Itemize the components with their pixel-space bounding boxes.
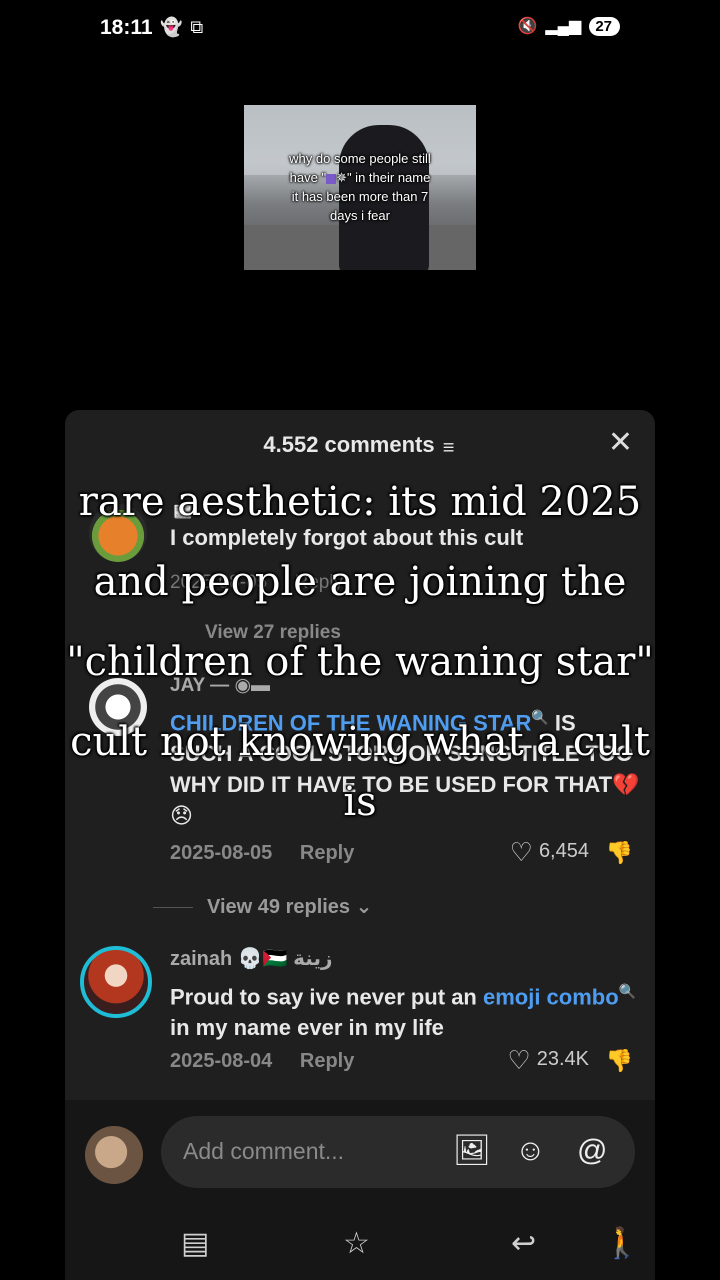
close-icon[interactable]: ✕ [608,428,633,458]
recent-apps-icon[interactable]: ▤ [181,1226,209,1261]
heart-icon: ♡ [507,1044,531,1075]
dislike-icon[interactable]: 👎 [606,1048,633,1074]
divider [153,907,193,909]
mention-icon[interactable]: @ [577,1134,607,1168]
back-icon[interactable]: ↩ [511,1226,536,1261]
like-button[interactable]: ♡ 6,454 [509,836,589,867]
sort-icon[interactable]: ≡ [441,437,457,460]
comment-username[interactable]: zainah 💀🇵🇸 زينة [170,946,332,971]
status-time: 18:11 [100,16,153,39]
comment-placeholder: Add comment... [183,1138,345,1164]
battery-indicator: 27 [589,16,620,36]
search-icon: 🔍 [618,983,637,999]
accessibility-icon[interactable]: 🚶 [603,1226,640,1261]
comment-meta: 2025-08-05 Reply [170,842,355,864]
video-thumbnail[interactable]: why do some people still have " ✵" in the… [244,105,476,270]
snapchat-icon: 👻 [160,17,183,37]
image-icon[interactable]: 🖼 [453,1134,491,1168]
reply-button[interactable]: Reply [300,1050,354,1072]
thumbnail-caption: why do some people still have " ✵" in the… [289,151,431,223]
comment-input[interactable]: Add comment... 🖼 ☺ @ [161,1116,635,1188]
chevron-down-icon: ⌄ [355,896,373,918]
status-bar: 18:11 👻 ⧉ 🔇 ▂▄▆ 27 [0,0,720,60]
comment-text: Proud to say ive never put an emoji comb… [170,983,637,1041]
search-link[interactable]: emoji combo [483,984,619,1009]
purple-square-emoji [326,173,337,184]
status-left-icons: 👻 ⧉ [160,17,203,38]
reply-button[interactable]: Reply [300,842,354,864]
view-replies-button[interactable]: View 49 replies ⌄ [153,894,553,919]
signal-icon: ▂▄▆ [545,18,582,35]
screen-record-icon: ⧉ [190,17,204,37]
like-button[interactable]: ♡ 23.4K [507,1044,589,1075]
status-right-icons: 🔇 ▂▄▆ 27 [517,16,620,36]
system-nav-bar: ▤ ☆ ↩ 🚶 [65,1218,655,1280]
comments-title: 4.552 comments ≡ [65,432,655,460]
star-icon[interactable]: ☆ [343,1226,370,1261]
heart-icon: ♡ [509,836,533,867]
mute-icon: 🔇 [517,18,538,35]
emoji-icon[interactable]: ☺ [515,1134,546,1168]
avatar [85,1126,143,1184]
dislike-icon[interactable]: 👎 [606,840,633,866]
avatar[interactable] [80,946,152,1018]
overlay-caption: rare aesthetic: its mid 2025 and people … [66,479,654,825]
comment-meta: 2025-08-04 Reply [170,1050,355,1072]
